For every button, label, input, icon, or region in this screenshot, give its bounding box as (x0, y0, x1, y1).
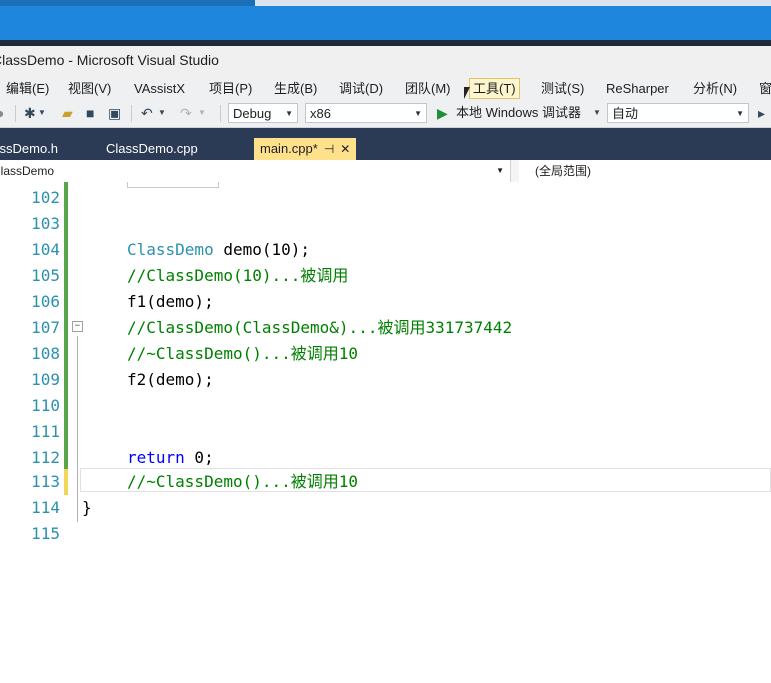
line-number: 114 (31, 498, 60, 517)
line-number: 113 (31, 472, 60, 491)
line-number: 104 (31, 240, 60, 259)
start-debugger-button[interactable]: 本地 Windows 调试器 (456, 105, 581, 121)
new-project-icon[interactable]: ✱ (24, 105, 36, 121)
code-line: 104 ClassDemo demo(10); (0, 237, 771, 263)
code-line: 111 (0, 419, 771, 445)
window-title: ClassDemo - Microsoft Visual Studio (0, 52, 219, 68)
code-line: 114 } (0, 495, 771, 521)
code-line: 103 (0, 211, 771, 237)
save-icon[interactable]: ■ (86, 105, 94, 121)
redo-icon[interactable]: ↷ (180, 105, 192, 121)
code-text: return 0; (127, 445, 214, 471)
menu-window[interactable]: 窗 (758, 79, 771, 98)
chevron-down-icon: ▼ (285, 109, 293, 118)
line-number: 112 (31, 448, 60, 467)
tab-classdemo-h[interactable]: ClassDemo.h (0, 138, 58, 160)
context-dropdown[interactable]: (全局范围) (519, 160, 771, 182)
undo-icon[interactable]: ↶ (141, 105, 153, 121)
code-line: 108 //~ClassDemo()...被调用10 (0, 341, 771, 367)
mouse-cursor-icon (464, 87, 470, 99)
tab-classdemo-cpp[interactable]: ClassDemo.cpp (106, 138, 198, 160)
menu-team[interactable]: 团队(M) (404, 79, 452, 98)
code-text: f2(demo); (127, 370, 214, 389)
menu-test[interactable]: 测试(S) (540, 79, 585, 98)
nav-forward-icon[interactable]: ● (0, 105, 4, 121)
navigation-bar: ClassDemo ▼ (全局范围) (0, 160, 771, 183)
line-number: 106 (31, 292, 60, 311)
code-token: demo(10); (213, 240, 311, 259)
menu-bar: 编辑(E) 视图(V) VAssistX 项目(P) 生成(B) 调试(D) 团… (0, 76, 771, 100)
code-comment: //~ClassDemo()...被调用10 (127, 472, 359, 491)
line-number: 110 (31, 396, 60, 415)
debug-mode-dropdown[interactable]: 自动 ▼ (607, 103, 749, 123)
code-line: 102 (0, 185, 771, 211)
code-line: 112 return 0; (0, 445, 771, 471)
line-number: 115 (31, 524, 60, 543)
menu-analyze[interactable]: 分析(N) (692, 79, 738, 98)
platform-dropdown[interactable]: x86 ▼ (305, 103, 427, 123)
line-number: 103 (31, 214, 60, 233)
code-text: f1(demo); (127, 292, 214, 311)
menu-debug[interactable]: 调试(D) (338, 79, 384, 98)
tab-main-cpp[interactable]: main.cpp* ⊣ ✕ (254, 138, 357, 160)
open-folder-icon[interactable]: ▰ (62, 105, 73, 121)
code-editor[interactable]: − 102 103 104 ClassDemo demo(10); 105 //… (0, 182, 771, 683)
code-line: 106 f1(demo); (0, 289, 771, 315)
save-all-icon[interactable]: ▣ (108, 105, 121, 121)
toolbar-overflow-icon[interactable]: ▸ (758, 105, 765, 121)
code-comment: //ClassDemo(ClassDemo&)...被调用331737442 (127, 318, 513, 337)
code-line: 107 //ClassDemo(ClassDemo&)...被调用3317374… (0, 315, 771, 341)
context-value: (全局范围) (535, 164, 591, 178)
type-token: ClassDemo (127, 240, 214, 259)
line-number: 107 (31, 318, 60, 337)
line-number: 108 (31, 344, 60, 363)
code-line: 110 (0, 393, 771, 419)
solution-config-value: Debug (233, 106, 272, 121)
document-tabs: ClassDemo.h ClassDemo.cpp main.cpp* ⊣ ✕ (0, 128, 771, 160)
platform-value: x86 (310, 106, 331, 121)
code-line: 109 f2(demo); (0, 367, 771, 393)
start-debug-icon[interactable]: ▶ (437, 105, 448, 121)
solution-config-dropdown[interactable]: Debug ▼ (228, 103, 298, 123)
line-number: 109 (31, 370, 60, 389)
code-line: 113 //~ClassDemo()...被调用10 (0, 469, 771, 495)
code-token: 0; (184, 448, 214, 467)
chevron-down-icon[interactable]: ▼ (158, 105, 166, 121)
chevron-down-icon[interactable]: ▼ (198, 105, 206, 121)
code-comment: //~ClassDemo()...被调用10 (127, 344, 359, 363)
title-bar: ClassDemo - Microsoft Visual Studio (0, 46, 771, 76)
scope-dropdown[interactable]: ClassDemo ▼ (0, 160, 511, 182)
chevron-down-icon[interactable]: ▼ (593, 105, 601, 121)
code-comment: //ClassDemo(10)...被调用 (127, 266, 349, 285)
menu-view[interactable]: 视图(V) (67, 79, 112, 98)
line-number: 102 (31, 188, 60, 207)
menu-project[interactable]: 项目(P) (208, 79, 253, 98)
desktop-taskbar (0, 6, 771, 40)
code-line: 115 (0, 521, 771, 547)
close-icon[interactable]: ✕ (340, 142, 350, 156)
keyword-token: return (127, 448, 185, 467)
menu-vassistx[interactable]: VAssistX (133, 79, 186, 98)
line-number: 111 (31, 422, 60, 441)
menu-resharper[interactable]: ReSharper (605, 79, 670, 98)
tab-label: main.cpp* (260, 141, 318, 156)
line-number: 105 (31, 266, 60, 285)
scope-value: ClassDemo (0, 164, 55, 178)
code-line: 105 //ClassDemo(10)...被调用 (0, 263, 771, 289)
menu-tools[interactable]: 工具(T) (469, 78, 520, 99)
code-text: ClassDemo demo(10); (127, 237, 310, 263)
chevron-down-icon: ▼ (414, 109, 422, 118)
debug-mode-value: 自动 (612, 106, 639, 121)
chevron-down-icon[interactable]: ▼ (38, 105, 46, 121)
code-text: } (82, 498, 92, 517)
chevron-down-icon: ▼ (496, 166, 504, 175)
menu-edit[interactable]: 编辑(E) (5, 79, 50, 98)
pin-icon[interactable]: ⊣ (324, 142, 334, 156)
menu-build[interactable]: 生成(B) (273, 79, 318, 98)
standard-toolbar: ● ✱ ▼ ▰ ■ ▣ ↶ ▼ ↷ ▼ Debug ▼ x86 ▼ ▶ 本地 Win… (0, 100, 771, 128)
chevron-down-icon: ▼ (736, 109, 744, 118)
